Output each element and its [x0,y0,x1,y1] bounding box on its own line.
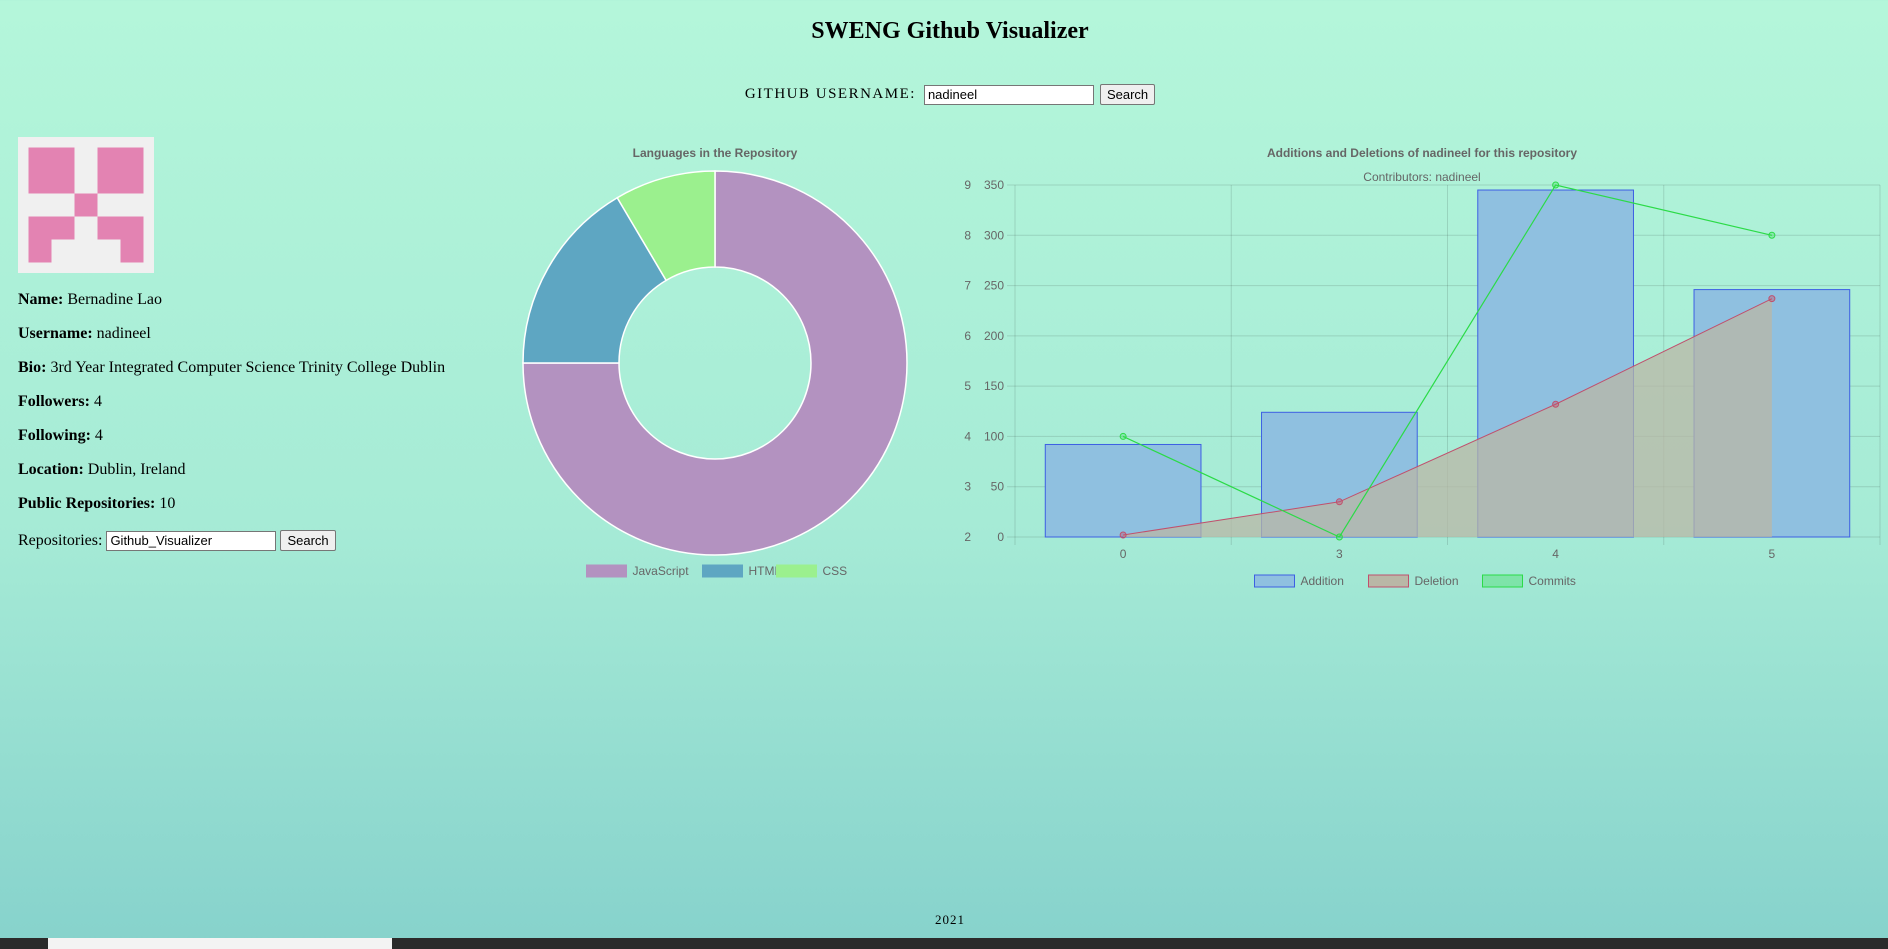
legend-swatch [586,564,627,578]
avatar-cell [28,170,52,194]
commits-point[interactable] [1335,533,1343,541]
avatar-cell [28,147,52,171]
username-input[interactable] [923,84,1094,105]
y-right-tick-label: 250 [984,279,1004,293]
y-right-tick-label: 350 [984,178,1004,192]
legend-item-javascript[interactable]: JavaScript [633,564,690,578]
additions-deletions-chart: Additions and Deletions of nadineel for … [964,146,1881,588]
x-tick-label: 4 [1552,547,1559,561]
y-right-tick-label: 300 [984,228,1004,242]
username-search-button[interactable]: Search [1099,84,1156,105]
y-left-tick-label: 2 [964,530,971,544]
repository-search-bar: Repositories: Search [18,530,336,551]
y-right-tick-label: 0 [997,530,1004,544]
repository-input[interactable] [106,530,277,551]
repositories-label: Repositories: [18,531,103,549]
commits-point[interactable] [1768,231,1776,239]
profile-username: Username: nadineel [18,325,151,342]
y-left-tick-label: 9 [964,178,971,192]
legend-swatch [776,564,817,578]
x-tick-label: 3 [1336,547,1343,561]
page-title: SWENG Github Visualizer [811,18,1089,44]
deletion-point[interactable] [1119,531,1127,539]
profile-following: Following: 4 [18,427,103,444]
x-tick-label: 5 [1769,547,1776,561]
avatar-cell [120,147,144,171]
legend-swatch [702,564,743,578]
avatar-cell [97,147,121,171]
deletion-point[interactable] [1335,498,1343,506]
avatar-cell [28,239,52,263]
avatar [18,137,154,273]
y-right-tick-label: 50 [991,480,1005,494]
username-label: GITHUB USERNAME: [744,86,916,102]
profile-followers: Followers: 4 [18,393,102,410]
avatar-cell [120,216,144,240]
deletion-point[interactable] [1552,400,1560,408]
os-taskbar [0,938,1888,949]
avatar-cell [51,216,75,240]
avatar-cell [74,193,98,217]
avatar-cell [120,170,144,194]
y-right-tick-label: 200 [984,329,1004,343]
avatar-cell [97,216,121,240]
y-left-tick-label: 5 [964,379,971,393]
footer-year: 2021 [935,912,965,927]
username-search-bar: GITHUB USERNAME: Search [0,84,1888,105]
profile-bio: Bio: 3rd Year Integrated Computer Scienc… [18,359,446,376]
y-right-tick-label: 150 [984,379,1004,393]
y-left-tick-label: 7 [964,279,971,293]
languages-donut-chart: Languages in the Repository JavaScript HT… [522,146,908,578]
y-right-tick-label: 100 [984,429,1004,443]
avatar-cell [51,170,75,194]
y-left-tick-label: 6 [964,329,971,343]
profile-info: Name: Bernadine Lao Username: nadineel B… [18,288,445,526]
legend-item-commits[interactable]: Commits [1529,574,1576,588]
legend-item-addition[interactable]: Addition [1301,574,1344,588]
bar-chart-subtitle: Contributors: nadineel [1363,170,1480,184]
y-left-tick-label: 3 [964,480,971,494]
avatar-cell [28,216,52,240]
legend-item-deletion[interactable]: Deletion [1415,574,1459,588]
legend-swatch [1368,574,1409,588]
taskbar-search-box[interactable] [48,938,392,949]
repository-search-button[interactable]: Search [280,530,336,551]
legend-swatch [1254,574,1295,588]
y-left-tick-label: 8 [964,228,971,242]
addition-bar[interactable] [1044,443,1202,538]
legend-item-css[interactable]: CSS [823,564,848,578]
avatar-cell [51,147,75,171]
deletion-point[interactable] [1768,295,1776,303]
profile-name: Name: Bernadine Lao [18,291,162,308]
profile-location: Location: Dublin, Ireland [18,461,186,478]
y-left-tick-label: 4 [964,429,971,443]
legend-swatch [1482,574,1523,588]
donut-chart-title: Languages in the Repository [633,146,798,160]
x-tick-label: 0 [1120,547,1127,561]
commits-point[interactable] [1552,181,1560,189]
avatar-cell [97,170,121,194]
profile-public-repos: Public Repositories: 10 [18,495,176,512]
commits-point[interactable] [1119,432,1127,440]
bar-chart-title: Additions and Deletions of nadineel for … [1267,146,1577,160]
avatar-cell [120,239,144,263]
